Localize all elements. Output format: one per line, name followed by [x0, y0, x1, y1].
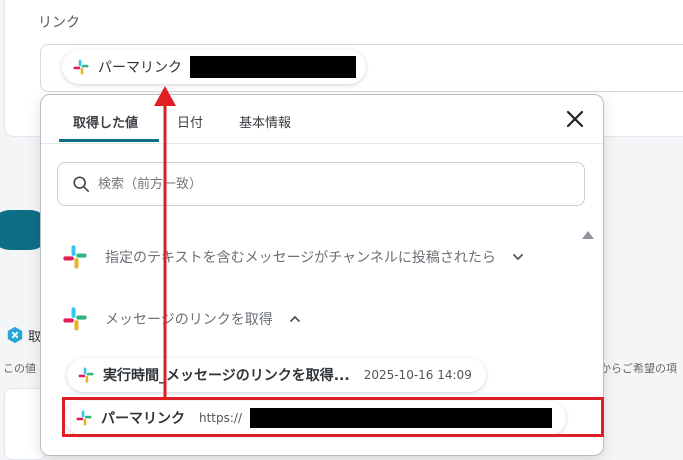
value-picker-popup: 取得した値 日付 基本情報 指定のテキストを含むメッセージがチャンネルに投稿され…: [40, 94, 604, 456]
value-item-execution-time[interactable]: 実行時間_メッセージのリンクを取得... 2025-10-16 14:09: [67, 358, 486, 392]
background-right-text: からご希望の項: [600, 362, 677, 375]
scroll-up-arrow[interactable]: [582, 231, 594, 239]
value-item-value: https://: [199, 411, 243, 425]
slack-icon: [76, 410, 92, 426]
tab-date[interactable]: 日付: [177, 112, 203, 131]
permalink-chip[interactable]: パーマリンク: [62, 50, 366, 84]
slack-icon: [63, 245, 87, 269]
value-item-name: 実行時間_メッセージのリンクを取得...: [103, 368, 350, 384]
active-tab-indicator: [59, 139, 159, 142]
slack-icon: [78, 367, 94, 383]
chevron-down-icon: [512, 254, 523, 261]
app-badge-icon: [7, 326, 23, 344]
slack-icon: [63, 307, 87, 331]
permalink-chip-label: パーマリンク: [98, 60, 182, 76]
trigger-group-header[interactable]: 指定のテキストを含むメッセージがチャンネルに投稿されたら: [61, 243, 524, 271]
trigger-group-label: 指定のテキストを含むメッセージがチャンネルに投稿されたら: [105, 250, 496, 266]
redacted-value: [250, 408, 553, 428]
redacted-value: [190, 56, 356, 78]
popup-tabs: 取得した値 日付 基本情報: [41, 95, 603, 144]
slack-icon: [73, 59, 89, 75]
value-item-permalink[interactable]: パーマリンク https://: [65, 401, 567, 435]
close-icon[interactable]: [565, 109, 585, 129]
tab-basic-info[interactable]: 基本情報: [239, 112, 291, 131]
action-group-header[interactable]: メッセージのリンクを取得: [61, 305, 301, 333]
tab-fetched-values[interactable]: 取得した値: [73, 112, 138, 131]
link-field-label: リンク: [38, 15, 80, 31]
value-item-name: パーマリンク: [101, 411, 185, 427]
search-icon: [73, 176, 90, 193]
action-group-label: メッセージのリンクを取得: [105, 312, 273, 328]
chevron-up-icon: [289, 315, 300, 322]
value-item-value: 2025-10-16 14:09: [363, 368, 472, 382]
search-field: [57, 162, 585, 206]
search-input[interactable]: [96, 175, 540, 193]
background-left-text: この値: [3, 362, 36, 375]
